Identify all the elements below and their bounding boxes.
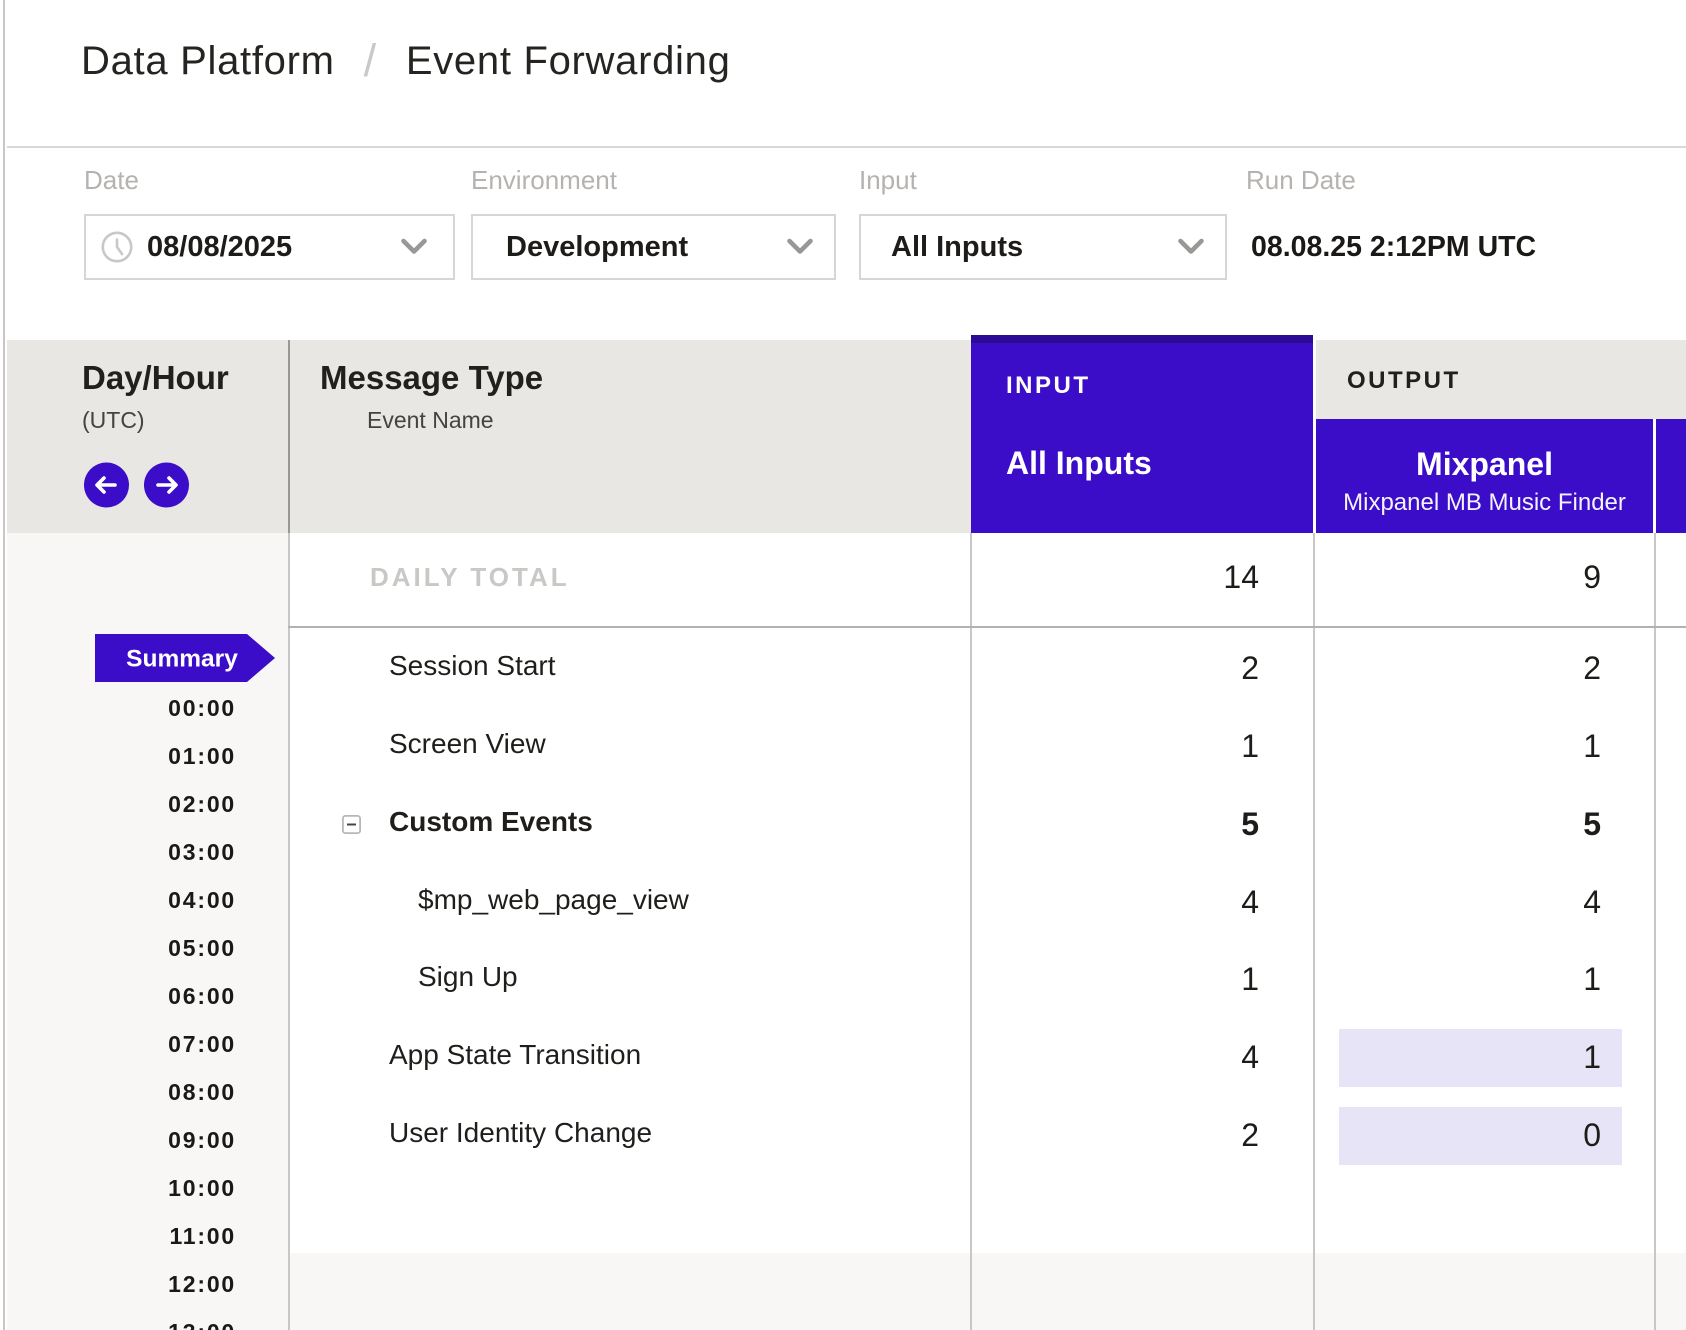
svg-text:Summary: Summary [126, 646, 238, 673]
